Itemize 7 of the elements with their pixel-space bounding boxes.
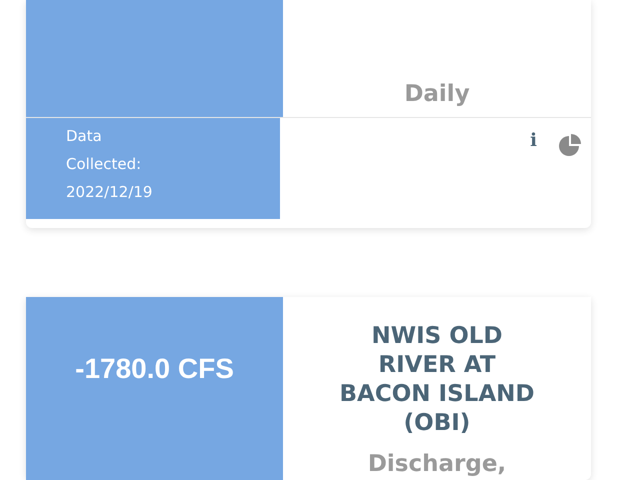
station-title: NWIS OLD RIVER AT BACON ISLAND (OBI) [338, 322, 536, 438]
parameter-label: Discharge, [368, 450, 506, 479]
data-collected-label: Data Collected: 2022/12/19 [66, 126, 154, 203]
info-button[interactable]: i [530, 130, 537, 151]
parameter-label: Daily [404, 80, 470, 109]
reading-value: -1780.0 CFS [75, 352, 234, 384]
pie-chart-icon[interactable] [557, 134, 581, 158]
